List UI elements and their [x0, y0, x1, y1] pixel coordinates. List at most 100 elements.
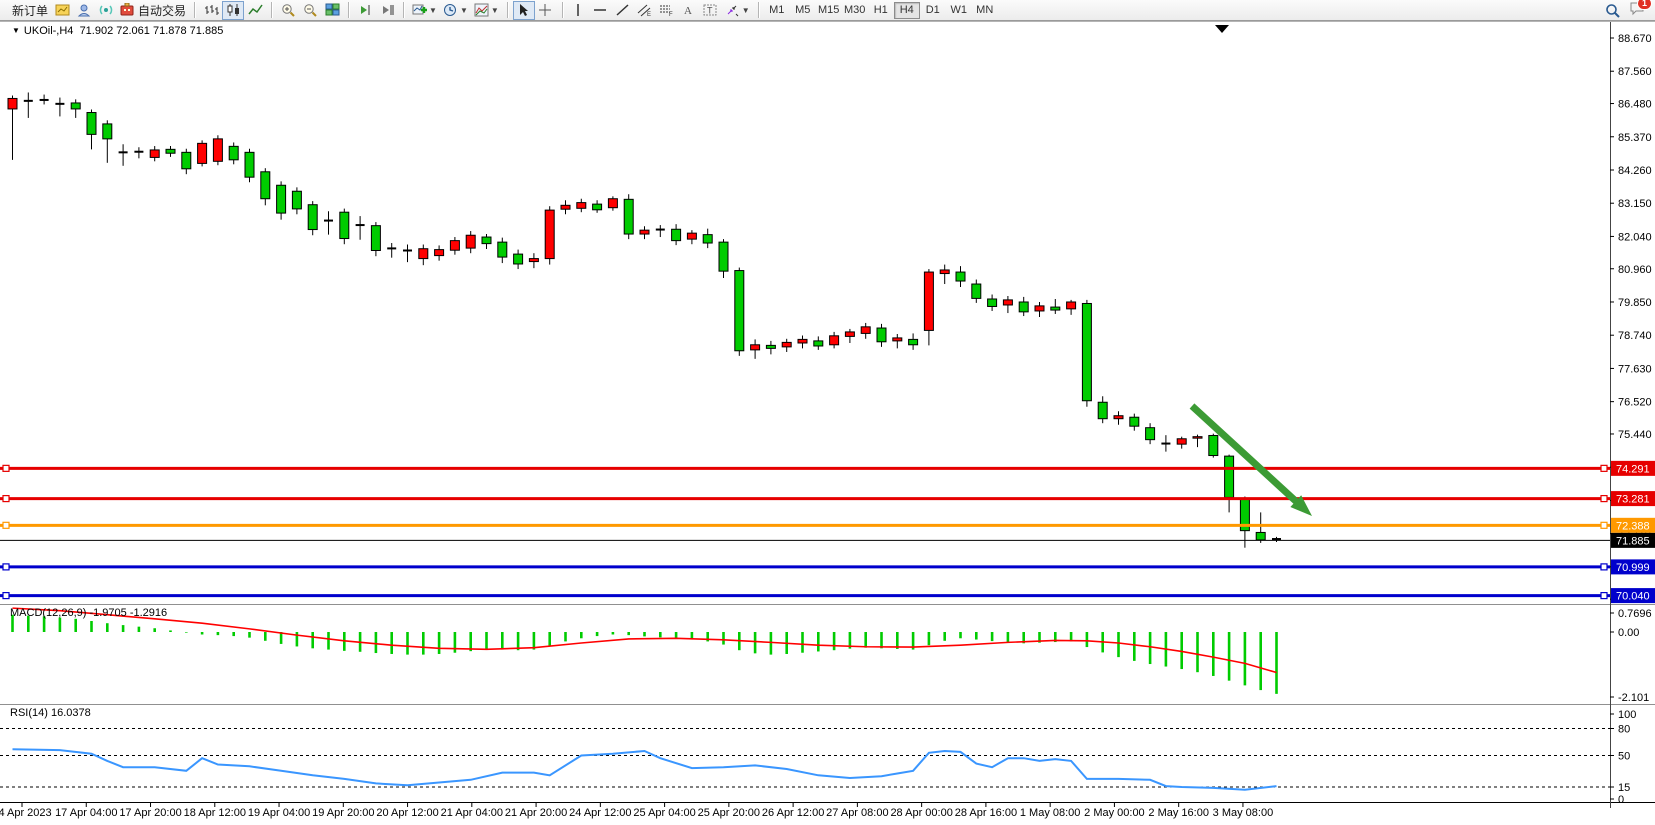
text-icon: A [681, 3, 696, 17]
timeframe-button-w1[interactable]: W1 [946, 2, 972, 19]
time-tick-label: 18 Apr 12:00 [184, 807, 246, 819]
price-badge-label: 70.999 [1616, 562, 1650, 574]
equidistant-channel-button[interactable]: E [634, 1, 656, 20]
toolbar-button-label: 新订单 [12, 2, 48, 19]
timeframe-button-h1[interactable]: H1 [868, 2, 894, 19]
vertical-line-button[interactable] [568, 1, 590, 20]
arrows-button[interactable]: ▼ [722, 1, 753, 20]
timeframe-toolbar: M1M5M15M30H1H4D1W1MN [762, 0, 1000, 20]
time-tick-label: 19 Apr 04:00 [248, 807, 310, 819]
line-handle[interactable] [1601, 522, 1607, 528]
rsi-axis-label: 0 [1618, 794, 1624, 806]
auto-scroll-button[interactable] [354, 1, 376, 20]
time-tick-label: 3 May 08:00 [1213, 807, 1274, 819]
chart-shift-icon [380, 3, 395, 17]
tile-windows-button[interactable] [321, 1, 343, 20]
trend-line-button[interactable] [612, 1, 634, 20]
fibonacci-icon: F [659, 3, 674, 17]
price-tick-label: 86.480 [1618, 99, 1652, 111]
profiles-button[interactable] [51, 1, 73, 20]
price-tick-label: 84.260 [1618, 165, 1652, 177]
time-tick-label: 2 May 16:00 [1148, 807, 1209, 819]
time-tick-label: 26 Apr 12:00 [762, 807, 824, 819]
cursor-icon [516, 3, 531, 17]
account-button[interactable] [73, 1, 95, 20]
time-tick-label: 24 Apr 12:00 [569, 807, 631, 819]
line-handle[interactable] [1601, 496, 1607, 502]
price-tick-label: 77.630 [1618, 363, 1652, 375]
time-tick-label: 19 Apr 20:00 [312, 807, 374, 819]
arrows-icon [725, 3, 740, 17]
rsi-axis-label: 80 [1618, 724, 1630, 736]
text-label-button[interactable]: T [700, 1, 722, 20]
timeframe-button-d1[interactable]: D1 [920, 2, 946, 19]
price-badge-label: 70.040 [1616, 591, 1650, 603]
indicators-icon [412, 3, 427, 17]
text-label-icon: T [703, 3, 718, 17]
toolbar-separator [348, 2, 349, 18]
time-tick-label: 21 Apr 04:00 [441, 807, 503, 819]
auto-trading-button[interactable]: 自动交易 [117, 1, 189, 20]
rsi-axis-label: 100 [1618, 709, 1636, 721]
price-tick-label: 85.370 [1618, 132, 1652, 144]
time-tick-label: 27 Apr 08:00 [826, 807, 888, 819]
rsi-axis-label: 15 [1618, 782, 1630, 794]
search-button[interactable] [1601, 1, 1623, 20]
chart-canvas[interactable]: 88.67087.56086.48085.37084.26083.15082.0… [0, 21, 1655, 825]
toolbar-button-label: 自动交易 [138, 2, 186, 19]
fibonacci-button[interactable]: F [656, 1, 678, 20]
templates-icon [474, 3, 489, 17]
line-handle[interactable] [1601, 593, 1607, 599]
indicators-button[interactable]: ▼ [409, 1, 440, 20]
horizontal-line-button[interactable] [590, 1, 612, 20]
price-badge-label: 74.291 [1616, 463, 1650, 475]
timeframe-button-m1[interactable]: M1 [764, 2, 790, 19]
zoom-out-button[interactable] [299, 1, 321, 20]
bar-chart-mode-button[interactable] [200, 1, 222, 20]
signals-button[interactable] [95, 1, 117, 20]
notifications-button[interactable]: 1 [1629, 1, 1645, 19]
line-handle[interactable] [3, 496, 9, 502]
time-tick-label: 17 Apr 04:00 [55, 807, 117, 819]
periods-button[interactable]: ▼ [440, 1, 471, 20]
line-handle[interactable] [3, 593, 9, 599]
line-handle[interactable] [3, 522, 9, 528]
periods-icon [443, 3, 458, 17]
line-handle[interactable] [3, 465, 9, 471]
new-order-button[interactable]: 新订单 [6, 1, 51, 20]
crosshair-button[interactable] [535, 1, 557, 20]
line-handle[interactable] [1601, 564, 1607, 570]
chart-window: 88.67087.56086.48085.37084.26083.15082.0… [0, 21, 1655, 825]
toolbar-separator [562, 2, 563, 18]
line-handle[interactable] [3, 564, 9, 570]
toolbar-separator [271, 2, 272, 18]
chart-shift-button[interactable] [376, 1, 398, 20]
templates-button[interactable]: ▼ [471, 1, 502, 20]
candlestick-mode-button[interactable] [222, 1, 244, 20]
rsi-axis-label: 50 [1618, 751, 1630, 763]
price-badge-label: 73.281 [1616, 494, 1650, 506]
timeframe-button-mn[interactable]: MN [972, 2, 998, 19]
line-handle[interactable] [1601, 465, 1607, 471]
timeframe-button-m5[interactable]: M5 [790, 2, 816, 19]
toolbar: 新订单自动交易▼▼▼EFAT▼ M1M5M15M30H1H4D1W1MN 1 [0, 0, 1655, 21]
macd-axis-label: 0.7696 [1618, 608, 1652, 620]
equidistant-channel-icon: E [637, 3, 652, 17]
autotrade-icon [120, 3, 135, 17]
time-tick-label: 21 Apr 20:00 [505, 807, 567, 819]
signals-icon [99, 3, 114, 17]
timeframe-button-m30[interactable]: M30 [842, 2, 868, 19]
line-chart-mode-button[interactable] [244, 1, 266, 20]
price-tick-label: 87.560 [1618, 66, 1652, 78]
zoom-in-button[interactable] [277, 1, 299, 20]
timeframe-button-m15[interactable]: M15 [816, 2, 842, 19]
notification-badge: 1 [1637, 0, 1652, 10]
text-button[interactable]: A [678, 1, 700, 20]
toolbar-separator [758, 2, 759, 18]
timeframe-button-h4[interactable]: H4 [894, 2, 920, 19]
cursor-button[interactable] [513, 1, 535, 20]
chevron-down-icon: ▼ [742, 6, 750, 15]
zoom-in-icon [281, 3, 296, 17]
candles-chart-icon [226, 3, 241, 17]
trend-line-icon [615, 3, 630, 17]
